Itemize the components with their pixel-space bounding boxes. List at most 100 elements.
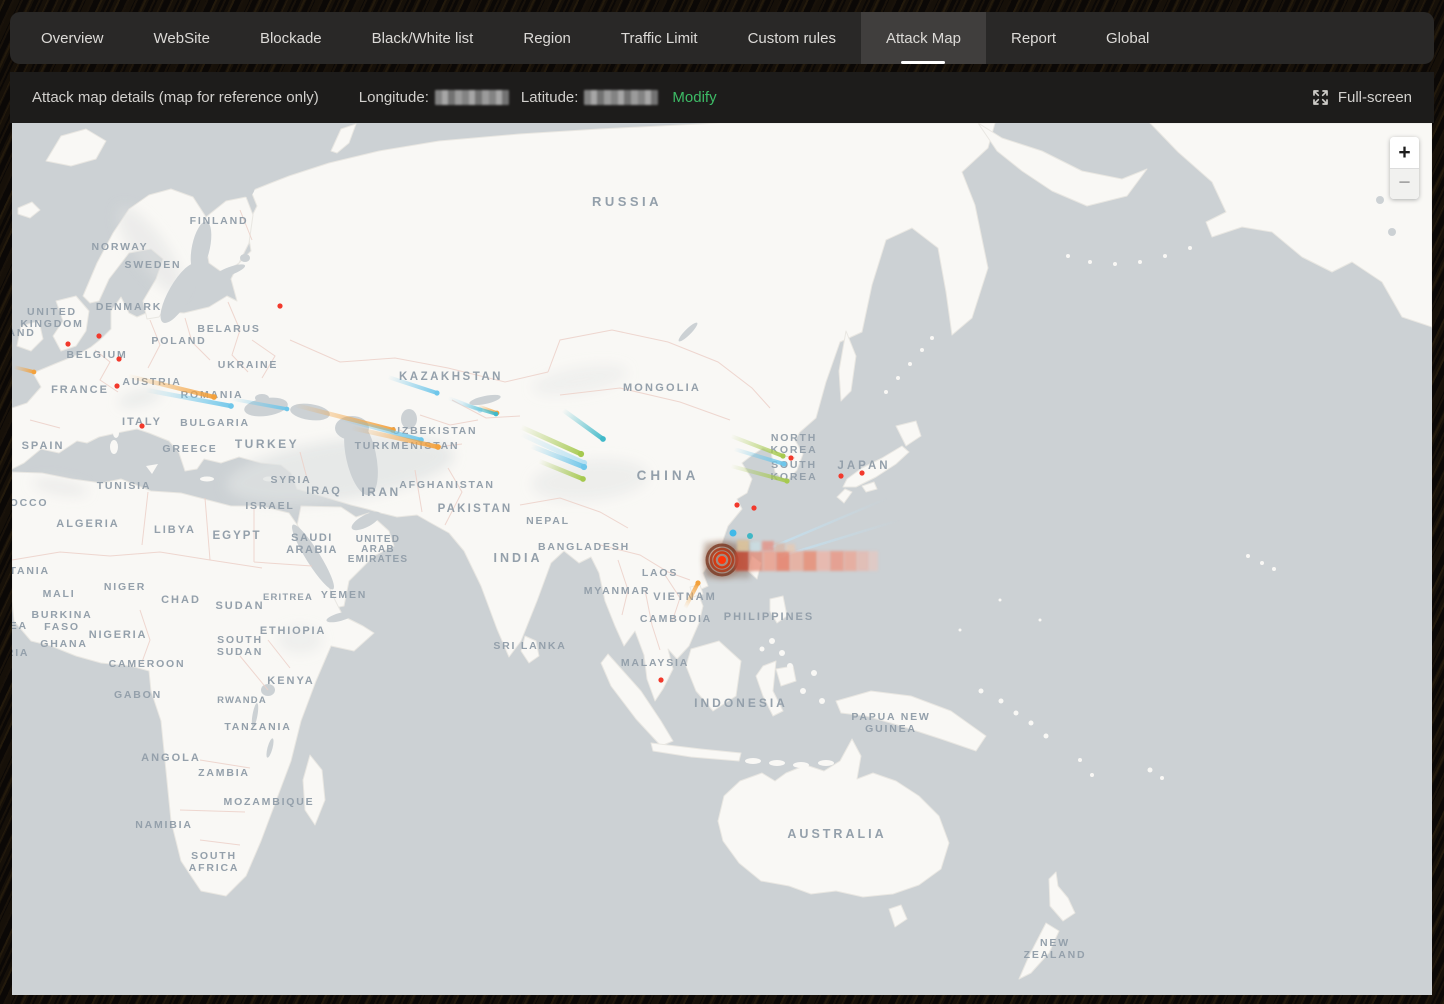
attack-dot — [65, 341, 70, 346]
modify-link[interactable]: Modify — [672, 89, 716, 106]
latitude-label: Latitude: — [521, 89, 579, 106]
nav-tabs: OverviewWebSiteBlockadeBlack/White listR… — [16, 12, 1174, 64]
attack-map-canvas[interactable]: + − — [12, 123, 1432, 995]
attack-dot — [859, 470, 864, 475]
map-label: BULGARIA — [180, 417, 250, 429]
tab-blockade[interactable]: Blockade — [235, 12, 347, 64]
tab-overview[interactable]: Overview — [16, 12, 129, 64]
map-label: BELARUS — [197, 323, 260, 335]
map-label: ERITREA — [263, 592, 313, 603]
map-label: MONGOLIA — [623, 382, 701, 394]
map-label: SOUTHSUDAN — [217, 634, 263, 658]
map-label: NEPAL — [526, 515, 570, 527]
map-label: MOROCCO — [12, 497, 48, 509]
attack-trail — [782, 520, 900, 556]
attack-trail-head — [285, 407, 290, 412]
map-label: CHINA — [637, 468, 700, 483]
map-label: LAOS — [642, 567, 678, 579]
map-label: DENMARK — [96, 301, 162, 313]
longitude-value-redacted — [435, 90, 509, 105]
map-label: NIGERIA — [89, 629, 147, 641]
attack-trail-head — [435, 444, 441, 450]
map-label: SRI LANKA — [493, 640, 566, 652]
attack-trail-head — [434, 390, 439, 395]
attack-trail — [14, 367, 34, 372]
tab-report[interactable]: Report — [986, 12, 1081, 64]
map-label: MYANMAR — [584, 585, 650, 597]
attack-dot — [277, 303, 282, 308]
map-zoom-control: + − — [1390, 137, 1419, 199]
attack-trail-head — [784, 478, 789, 483]
top-nav: OverviewWebSiteBlockadeBlack/White listR… — [10, 12, 1434, 64]
attack-trail-head — [780, 453, 785, 458]
map-label: NEWZEALAND — [1024, 937, 1087, 961]
attack-trail-head — [580, 476, 586, 482]
attack-trail-head — [695, 580, 700, 585]
attack-dot — [788, 455, 793, 460]
map-label: NAMIBIA — [135, 819, 193, 831]
tab-custom-rules[interactable]: Custom rules — [723, 12, 861, 64]
map-label: RWANDA — [217, 695, 267, 706]
map-label: FINLAND — [190, 215, 249, 227]
fullscreen-icon — [1312, 89, 1329, 106]
map-label: JAPAN — [837, 460, 890, 472]
attack-dot — [139, 423, 144, 428]
map-label: MOZAMBIQUE — [224, 796, 315, 808]
zoom-in-button[interactable]: + — [1390, 137, 1419, 168]
map-label: TURKEY — [235, 437, 299, 451]
map-label: GABON — [114, 689, 162, 701]
attack-trail-head — [494, 412, 499, 417]
map-label: EGYPT — [213, 530, 262, 542]
attack-trail-head — [600, 436, 606, 442]
attack-trail-head — [781, 461, 786, 466]
map-label: NORWAY — [92, 241, 149, 253]
tab-traffic-limit[interactable]: Traffic Limit — [596, 12, 723, 64]
map-label: SWEDEN — [125, 259, 182, 271]
attack-trail-head — [228, 403, 234, 409]
attack-dot — [114, 383, 119, 388]
tab-region[interactable]: Region — [498, 12, 596, 64]
attack-dot — [734, 502, 739, 507]
map-label: LIBERIA — [12, 647, 29, 659]
map-label: ZAMBIA — [198, 767, 250, 779]
attack-dot — [747, 533, 753, 539]
map-label: INDIA — [493, 551, 542, 565]
attack-trail-head — [581, 464, 587, 470]
attack-trail-head — [32, 370, 37, 375]
tab-attack-map[interactable]: Attack Map — [861, 12, 986, 64]
map-label: INDONESIA — [694, 696, 788, 710]
map-label: IRELAND — [12, 327, 36, 339]
map-label: CAMEROON — [109, 658, 186, 670]
target-label-redaction — [735, 540, 878, 571]
map-label: AUSTRALIA — [787, 827, 886, 841]
map-label: IRAQ — [306, 485, 342, 497]
world-map: RUSSIAFINLANDNORWAYSWEDENDENMARKUNITEDKI… — [12, 123, 1432, 995]
map-label: GHANA — [40, 638, 88, 650]
map-label: MALAYSIA — [621, 657, 689, 669]
tab-black-white-list[interactable]: Black/White list — [347, 12, 499, 64]
zoom-out-button[interactable]: − — [1390, 169, 1419, 199]
map-label: BANGLADESH — [538, 541, 630, 553]
map-label: GREECE — [162, 443, 217, 455]
map-label: CHAD — [161, 594, 201, 606]
map-label: ISRAEL — [245, 500, 294, 512]
attack-dot — [96, 333, 101, 338]
map-label: PHILIPPINES — [724, 611, 814, 623]
tab-global[interactable]: Global — [1081, 12, 1174, 64]
attack-dot — [838, 473, 843, 478]
attack-dot — [116, 356, 121, 361]
map-label: PAKISTAN — [438, 503, 513, 515]
map-label: MAURITANIA — [12, 565, 50, 577]
map-label: IRAN — [361, 485, 400, 499]
map-label: VIETNAM — [653, 591, 717, 603]
map-label: KAZAKHSTAN — [399, 371, 503, 383]
map-label: NIGER — [104, 581, 146, 593]
page-title: Attack map details (map for reference on… — [32, 89, 319, 106]
fullscreen-button[interactable]: Full-screen — [1312, 89, 1412, 106]
attack-dot — [658, 677, 663, 682]
map-label: FRANCE — [51, 384, 109, 396]
longitude-label: Longitude: — [359, 89, 429, 106]
latitude-value-redacted — [584, 90, 658, 105]
map-label: POLAND — [151, 335, 206, 347]
tab-website[interactable]: WebSite — [129, 12, 235, 64]
